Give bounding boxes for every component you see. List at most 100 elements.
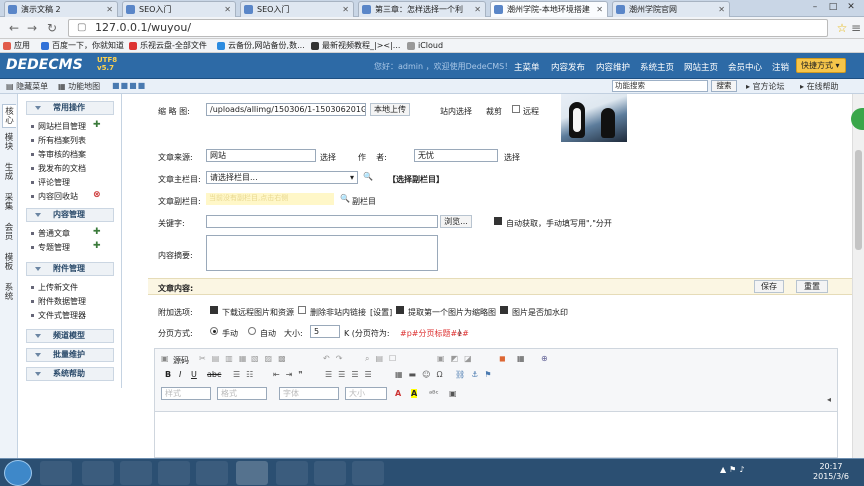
choose-sub-column-link[interactable]: 【选择副栏目】 <box>388 174 444 185</box>
keywords-input[interactable] <box>206 215 438 228</box>
paging-auto-radio[interactable] <box>248 327 256 335</box>
font-select[interactable]: 字体 <box>279 387 339 400</box>
bookmark-icloud[interactable]: iCloud <box>406 39 443 53</box>
scrollbar-thumb[interactable] <box>855 150 862 250</box>
keywords-browse-button[interactable]: 浏览... <box>440 215 472 228</box>
source-input[interactable]: 网站 <box>206 149 316 162</box>
author-select-button[interactable]: 选择 <box>504 152 520 163</box>
nav-site-home[interactable]: 网站主页 <box>684 61 718 73</box>
undo-redo-icons[interactable]: ↶↷ <box>323 354 348 363</box>
editor-media-icons[interactable]: ▣◩◪ <box>437 354 478 363</box>
side-tab-collect[interactable]: 采集 <box>2 194 16 216</box>
collapse-toolbar-icon[interactable]: ◂ <box>827 395 831 404</box>
menu-item-columns[interactable]: 网站栏目管理 <box>31 121 86 132</box>
download-remote-checkbox[interactable] <box>210 306 218 314</box>
globe-icon[interactable]: ⊕ <box>541 354 548 363</box>
menu-section-help[interactable]: 系统帮助 <box>26 367 114 381</box>
insert-icons[interactable]: ▦▬☺Ω <box>395 370 449 379</box>
start-button[interactable] <box>4 460 32 486</box>
search-button[interactable]: 搜索 <box>711 80 737 92</box>
minimize-icon[interactable]: – <box>806 0 824 15</box>
size-select[interactable]: 大小 <box>345 387 387 400</box>
site-select-button[interactable]: 站内选择 <box>440 106 472 117</box>
sub-column-search-icon[interactable]: 🔍 <box>340 194 350 203</box>
menu-item-attach-data[interactable]: 附件数据管理 <box>31 296 86 307</box>
add-topic-icon[interactable]: ✚ <box>93 241 101 251</box>
nav-logout[interactable]: 注销 <box>772 61 789 73</box>
style-select[interactable]: 样式 <box>161 387 211 400</box>
menu-item-recycle[interactable]: 内容回收站 <box>31 191 78 202</box>
nav-main-menu[interactable]: 主菜单 <box>514 61 540 73</box>
hide-menu-link[interactable]: ▤ 隐藏菜单 <box>6 81 48 92</box>
close-tab-icon[interactable]: ✕ <box>224 2 231 17</box>
bookmark-apps[interactable]: 应用 <box>2 39 30 53</box>
menu-item-comments[interactable]: 评论管理 <box>31 177 70 188</box>
close-window-icon[interactable]: ✕ <box>842 0 860 15</box>
format-select[interactable]: 格式 <box>217 387 267 400</box>
editor-content-area[interactable] <box>154 412 838 458</box>
side-tab-template[interactable]: 模板 <box>2 254 16 276</box>
source-mode-button[interactable]: 源码 <box>173 355 189 366</box>
menu-item-topics[interactable]: 专题管理 <box>31 242 70 253</box>
menu-item-upload[interactable]: 上传新文件 <box>31 282 78 293</box>
thumbnail-path-input[interactable]: /uploads/allimg/150306/1-150306201G70-L <box>206 103 366 116</box>
editor-paste-icons[interactable]: ▧▨▩ <box>251 354 292 363</box>
taskbar-ie-icon[interactable] <box>40 461 72 485</box>
taskbar-green-app-icon[interactable] <box>196 461 228 485</box>
auto-keywords-checkbox[interactable] <box>494 217 502 225</box>
bookmark-letv[interactable]: 乐视云盘-全部文件 <box>128 39 207 53</box>
search-column-icon[interactable]: 🔍 <box>363 172 373 181</box>
strikethrough-icon[interactable]: abc <box>207 370 221 379</box>
online-help-link[interactable]: ▸ 在线帮助 <box>800 81 839 92</box>
taskbar-app-icon[interactable] <box>158 461 190 485</box>
editor-clipboard-icons[interactable]: ✂▤▥▦ <box>199 354 252 363</box>
menu-section-content[interactable]: 内容管理 <box>26 208 114 222</box>
indent-quote-icons[interactable]: ⇤⇥❞ <box>273 370 309 379</box>
function-search-input[interactable]: 功能搜索 <box>612 80 708 92</box>
table-icon[interactable]: ▦ <box>517 354 525 363</box>
browser-tab-3[interactable]: SEO入门 ✕ <box>240 1 354 17</box>
reset-button[interactable]: 重置 <box>796 280 828 293</box>
menu-icon[interactable]: ≡ <box>848 20 864 36</box>
remove-links-settings-link[interactable]: [设置] <box>370 307 392 318</box>
italic-icon[interactable]: I <box>179 370 181 379</box>
forward-icon[interactable]: → <box>24 20 40 36</box>
bookmark-video[interactable]: 最新视频教程_|><|... <box>310 39 400 53</box>
browser-tab-1[interactable]: 演示文稿 2 ✕ <box>4 1 118 17</box>
url-input[interactable]: ▢ 127.0.0.1/wuyou/ <box>68 19 828 37</box>
close-tab-icon[interactable]: ✕ <box>596 2 603 17</box>
function-map-link[interactable]: ▦ 功能地图 <box>58 81 100 92</box>
nav-member-center[interactable]: 会员中心 <box>728 61 762 73</box>
bg-color-icon[interactable]: A <box>411 389 418 398</box>
menu-item-articles[interactable]: 普通文章 <box>31 228 70 239</box>
system-tray-icons[interactable]: ▲⚑♪ <box>720 465 747 474</box>
menu-item-all-archives[interactable]: 所有档案列表 <box>31 135 86 146</box>
menu-section-attachments[interactable]: 附件管理 <box>26 262 114 276</box>
browser-tab-6[interactable]: 潮州学院官网 ✕ <box>612 1 730 17</box>
paging-size-input[interactable]: 5 <box>310 325 340 338</box>
side-tab-member[interactable]: 会员 <box>2 224 16 246</box>
close-tab-icon[interactable]: ✕ <box>342 2 349 17</box>
quick-menu-button[interactable]: 快捷方式 ▾ <box>796 58 846 73</box>
remove-links-checkbox[interactable] <box>298 306 306 314</box>
menu-item-file-manager[interactable]: 文件式管理器 <box>31 310 86 321</box>
nav-content-publish[interactable]: 内容发布 <box>551 61 585 73</box>
bookmark-backup[interactable]: 云备份,网站备份,数... <box>216 39 305 53</box>
local-upload-button[interactable]: 本地上传 <box>370 103 410 116</box>
find-replace-icons[interactable]: ⌕▤☐ <box>365 354 402 364</box>
align-icons[interactable]: ☰☰☰☰ <box>325 370 378 379</box>
bookmark-baidu[interactable]: 百度一下，你就知道 <box>40 39 124 53</box>
text-color-icon[interactable]: A <box>395 389 401 398</box>
side-tab-system[interactable]: 系统 <box>2 284 16 306</box>
list-icons[interactable]: ☰☷ <box>233 370 259 379</box>
source-mode-icon[interactable]: ▣ <box>161 354 169 363</box>
clear-format-icon[interactable]: ᵃᴮᶜ <box>429 389 439 398</box>
browser-tab-4[interactable]: 第三章：怎样选择一个利 ✕ <box>358 1 486 17</box>
save-button[interactable]: 保存 <box>754 280 784 293</box>
taskbar-tool-icon[interactable] <box>352 461 384 485</box>
side-tab-core[interactable]: 核心 <box>2 104 16 128</box>
browser-tab-5[interactable]: 潮州学院-本地环境搭建 ✕ <box>490 1 608 17</box>
recycle-clear-icon[interactable]: ⊗ <box>93 190 101 200</box>
image-icon[interactable]: ◼ <box>499 354 506 363</box>
summary-textarea[interactable] <box>206 235 438 271</box>
